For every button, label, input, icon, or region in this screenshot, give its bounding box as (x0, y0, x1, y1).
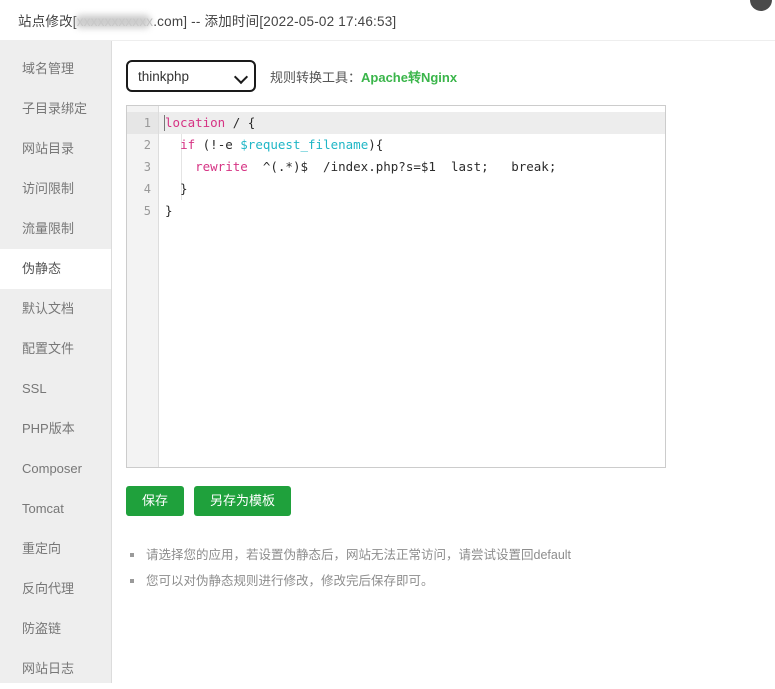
code-token: / { (225, 115, 256, 130)
bullet-icon (130, 553, 134, 558)
save-as-template-button[interactable]: 另存为模板 (194, 486, 292, 517)
sidebar: 域名管理子目录绑定网站目录访问限制流量限制伪静态默认文档配置文件 SSL PHP版本… (0, 41, 112, 683)
code-token: $request_filename (240, 137, 369, 152)
converter-label: 规则转换工具： (270, 69, 362, 85)
rewrite-rule-editor[interactable]: 1 2 3 4 5 location / { if (!-e $request_file… (126, 105, 666, 468)
code-token: ^(.*)$ /index.php?s=$1 last; break; (247, 159, 557, 174)
code-line[interactable]: location / { (159, 112, 665, 134)
sidebar-item-10[interactable]: Composer (0, 449, 111, 489)
sidebar-item-label: Composer (22, 461, 82, 476)
sidebar-item-label: 域名管理 (22, 61, 75, 76)
sidebar-item-12[interactable]: 重定向 (0, 529, 111, 569)
line-number: 2 (143, 138, 151, 152)
sidebar-item-13[interactable]: 反向代理 (0, 569, 111, 609)
line-number: 4 (143, 182, 151, 196)
main-layout: 域名管理子目录绑定网站目录访问限制流量限制伪静态默认文档配置文件 SSL PHP版本… (0, 41, 775, 683)
page-header: 站点修改[xxxxxxxxxxx.com] -- 添加时间[2022-05-02… (0, 0, 775, 41)
editor-code-area[interactable]: location / { if (!-e $request_filename){… (159, 106, 665, 467)
sidebar-item-7[interactable]: 配置文件 (0, 329, 111, 369)
line-number: 1 (127, 112, 158, 134)
redacted-domain: xxxxxxxxxxx (76, 14, 154, 29)
page-title-suffix: .com] -- 添加时间[2022-05-02 17:46:53] (153, 14, 397, 29)
line-number: 3 (143, 160, 151, 174)
content-panel: thinkphp 规则转换工具： Apache转Nginx 1 2 3 4 5 loca… (112, 41, 775, 683)
app-select-wrapper: thinkphp (126, 60, 256, 92)
sidebar-item-label: 网站日志 (22, 661, 75, 676)
sidebar-item-label: 重定向 (22, 541, 62, 556)
sidebar-item-6[interactable]: 默认文档 (0, 289, 111, 329)
sidebar-item-3[interactable]: 访问限制 (0, 169, 111, 209)
sidebar-item-label: 反向代理 (22, 581, 75, 596)
note-text: 请选择您的应用，若设置伪静态后，网站无法正常访问，请尝试设置回default (146, 548, 572, 563)
apache-to-nginx-link[interactable]: Apache转Nginx (361, 67, 457, 86)
sidebar-item-4[interactable]: 流量限制 (0, 209, 111, 249)
sidebar-item-9[interactable]: PHP版本 (0, 409, 111, 449)
code-line[interactable]: if (!-e $request_filename){ (159, 134, 665, 156)
notes-list: 请选择您的应用，若设置伪静态后，网站无法正常访问，请尝试设置回default 您可… (126, 542, 775, 594)
sidebar-item-label: Tomcat (22, 501, 64, 516)
note-item: 您可以对伪静态规则进行修改，修改完后保存即可。 (130, 568, 775, 594)
sidebar-item-1[interactable]: 子目录绑定 (0, 89, 111, 129)
sidebar-item-8[interactable]: SSL (0, 369, 111, 409)
sidebar-item-label: 访问限制 (22, 181, 75, 196)
sidebar-item-label: 流量限制 (22, 221, 75, 236)
sidebar-item-11[interactable]: Tomcat (0, 489, 111, 529)
sidebar-item-0[interactable]: 域名管理 (0, 49, 111, 89)
sidebar-item-label: 网站目录 (22, 141, 75, 156)
sidebar-item-15[interactable]: 网站日志 (0, 649, 111, 689)
sidebar-item-label: SSL (22, 381, 47, 396)
code-line[interactable]: } (159, 178, 665, 200)
sidebar-item-14[interactable]: 防盗链 (0, 609, 111, 649)
note-item: 请选择您的应用，若设置伪静态后，网站无法正常访问，请尝试设置回default (130, 542, 775, 568)
sidebar-item-label: 伪静态 (22, 261, 62, 276)
code-token: (!-e (195, 137, 241, 152)
editor-gutter: 1 2 3 4 5 (127, 106, 159, 467)
code-token: ){ (368, 137, 384, 152)
toolbar: thinkphp 规则转换工具： Apache转Nginx (126, 59, 775, 93)
note-text: 您可以对伪静态规则进行修改，修改完后保存即可。 (146, 574, 434, 589)
sidebar-item-label: 默认文档 (22, 301, 75, 316)
bullet-icon (130, 579, 134, 584)
sidebar-item-2[interactable]: 网站目录 (0, 129, 111, 169)
code-token: } (165, 203, 173, 218)
page-title: 站点修改[xxxxxxxxxxx.com] -- 添加时间[2022-05-02… (18, 10, 396, 30)
sidebar-item-label: 子目录绑定 (22, 101, 88, 116)
code-line[interactable]: rewrite ^(.*)$ /index.php?s=$1 last; bre… (159, 156, 665, 178)
code-token: if (180, 137, 196, 152)
sidebar-item-label: PHP版本 (22, 421, 75, 436)
app-select[interactable]: thinkphp (126, 60, 256, 92)
code-token: } (165, 181, 188, 196)
sidebar-item-label: 防盗链 (22, 621, 62, 636)
code-token: rewrite (195, 159, 248, 174)
line-number: 5 (143, 204, 151, 218)
sidebar-item-5[interactable]: 伪静态 (0, 249, 111, 289)
save-button[interactable]: 保存 (126, 486, 185, 517)
code-token: location (165, 115, 226, 130)
circle-icon[interactable] (750, 0, 772, 11)
sidebar-item-label: 配置文件 (22, 341, 75, 356)
code-line[interactable]: } (159, 200, 665, 222)
page-title-prefix: 站点修改[ (18, 14, 77, 29)
button-row: 保存 另存为模板 (126, 486, 775, 517)
